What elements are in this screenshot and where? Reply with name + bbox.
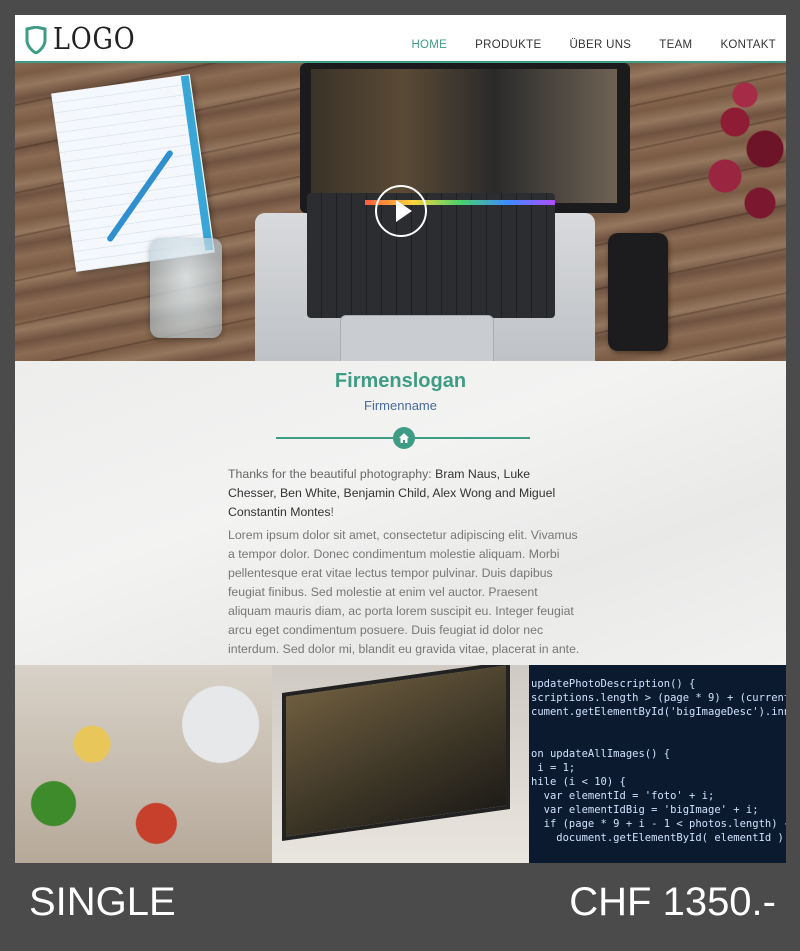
credits-prefix: Thanks for the beautiful photography: <box>228 467 436 481</box>
company-slogan: Firmenslogan <box>334 370 467 392</box>
company-name: Firmenname <box>364 398 437 413</box>
laptop-display <box>311 69 617 203</box>
nav-ueber-uns[interactable]: ÜBER UNS <box>569 39 631 51</box>
site-header: LOGO HOME PRODUKTE ÜBER UNS TEAM KONTAKT <box>15 15 786 63</box>
plant-image <box>695 68 786 248</box>
divider-left <box>276 437 393 439</box>
home-icon <box>393 427 415 449</box>
laptop-trackpad <box>340 315 494 361</box>
gallery-computer-image <box>272 665 529 863</box>
logo[interactable]: LOGO <box>25 22 150 57</box>
gallery-monitor <box>282 665 510 842</box>
main-nav: HOME PRODUKTE ÜBER UNS TEAM KONTAKT <box>411 39 776 51</box>
image-gallery: updatePhotoDescription() { scriptions.le… <box>15 665 786 863</box>
divider-right <box>415 437 530 439</box>
website-preview: LOGO HOME PRODUKTE ÜBER UNS TEAM KONTAKT… <box>15 15 786 863</box>
plan-price: CHF 1350.- <box>569 880 776 924</box>
nav-team[interactable]: TEAM <box>659 39 692 51</box>
nav-produkte[interactable]: PRODUKTE <box>475 39 541 51</box>
gallery-food-image <box>15 665 272 863</box>
intro-section: Firmenslogan Firmenname Thanks for the b… <box>15 361 786 665</box>
logo-text: LOGO <box>53 22 136 57</box>
shield-icon <box>25 25 47 54</box>
body-text: Lorem ipsum dolor sit amet, consectetur … <box>228 528 580 656</box>
glass-image <box>150 238 222 338</box>
credits-suffix: ! <box>330 505 334 519</box>
nav-kontakt[interactable]: KONTAKT <box>720 39 776 51</box>
gallery-code-image: updatePhotoDescription() { scriptions.le… <box>529 665 786 863</box>
laptop-keyboard <box>307 193 555 318</box>
play-icon[interactable] <box>375 185 427 237</box>
hero-image <box>15 63 786 361</box>
phone-image <box>608 233 668 351</box>
plan-name: SINGLE <box>29 880 176 924</box>
photo-credits: Thanks for the beautiful photography: Br… <box>228 465 578 522</box>
nav-home[interactable]: HOME <box>411 39 447 51</box>
